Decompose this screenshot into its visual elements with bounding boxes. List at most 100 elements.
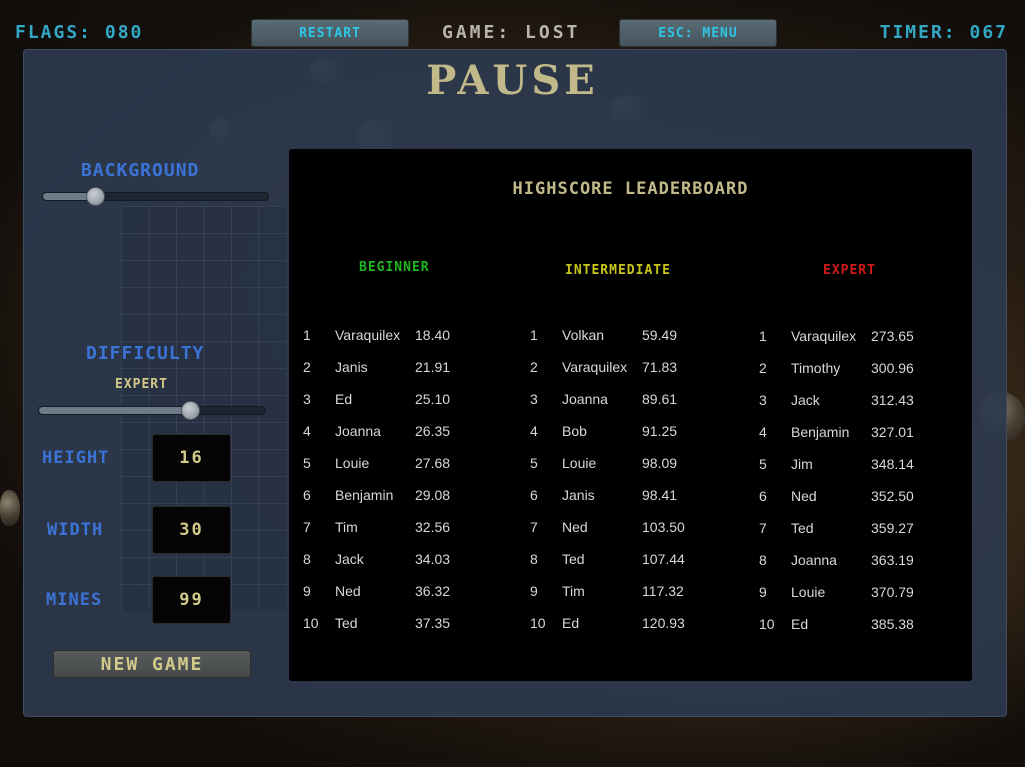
leaderboard-player-name: Timothy xyxy=(791,360,841,376)
leaderboard-time: 71.83 xyxy=(642,359,678,375)
leaderboard-player-name: Varaquilex xyxy=(562,359,628,375)
leaderboard-rank: 9 xyxy=(530,583,538,599)
menu-button[interactable]: ESC: MENU xyxy=(619,19,777,47)
height-label: HEIGHT xyxy=(42,448,110,468)
leaderboard-rank: 3 xyxy=(303,391,311,407)
leaderboard-rank: 8 xyxy=(530,551,538,567)
leaderboard-rank: 1 xyxy=(303,327,311,343)
leaderboard-rank: 3 xyxy=(759,392,767,408)
new-game-button[interactable]: NEW GAME xyxy=(53,650,251,678)
leaderboard-rank: 6 xyxy=(530,487,538,503)
leaderboard-rank: 2 xyxy=(759,360,767,376)
flags-counter: FLAGS: 080 xyxy=(15,22,144,43)
leaderboard-rank: 4 xyxy=(303,423,311,439)
leaderboard-time: 363.19 xyxy=(871,552,914,568)
leaderboard-time: 25.10 xyxy=(415,391,451,407)
restart-button[interactable]: RESTART xyxy=(251,19,409,47)
timer-display: TIMER: 067 xyxy=(879,22,1008,43)
leaderboard-rank: 8 xyxy=(303,551,311,567)
leaderboard-time: 370.79 xyxy=(871,584,914,600)
highscore-leaderboard: HIGHSCORE LEADERBOARD BEGINNER 1 Varaquile… xyxy=(289,149,972,681)
leaderboard-time: 26.35 xyxy=(415,423,451,439)
leaderboard-rank: 6 xyxy=(303,487,311,503)
leaderboard-player-name: Benjamin xyxy=(791,424,850,440)
leaderboard-time: 21.91 xyxy=(415,359,451,375)
leaderboard-time: 120.93 xyxy=(642,615,685,631)
leaderboard-time: 89.61 xyxy=(642,391,678,407)
difficulty-label: DIFFICULTY xyxy=(86,343,205,364)
leaderboard-rank: 5 xyxy=(759,456,767,472)
leaderboard-time: 34.03 xyxy=(415,551,451,567)
height-field[interactable]: 16 xyxy=(152,434,231,482)
leaderboard-time: 300.96 xyxy=(871,360,914,376)
difficulty-slider[interactable] xyxy=(38,401,266,420)
leaderboard-player-name: Varaquilex xyxy=(791,328,857,344)
leaderboard-player-name: Ned xyxy=(562,519,588,535)
leaderboard-player-name: Varaquilex xyxy=(335,327,401,343)
leaderboard-player-name: Bob xyxy=(562,423,587,439)
leaderboard-time: 18.40 xyxy=(415,327,451,343)
leaderboard-time: 348.14 xyxy=(871,456,914,472)
mines-field[interactable]: 99 xyxy=(152,576,231,624)
leaderboard-player-name: Jack xyxy=(791,392,820,408)
leaderboard-player-name: Louie xyxy=(791,584,826,600)
mines-label: MINES xyxy=(46,590,103,610)
leaderboard-rank: 9 xyxy=(759,584,767,600)
background-slider-handle[interactable] xyxy=(85,187,105,206)
leaderboard-player-name: Ned xyxy=(791,488,817,504)
leaderboard-time: 327.01 xyxy=(871,424,914,440)
asteroid-image xyxy=(0,490,20,526)
leaderboard-time: 32.56 xyxy=(415,519,451,535)
leaderboard-time: 273.65 xyxy=(871,328,914,344)
leaderboard-player-name: Joanna xyxy=(562,391,608,407)
leaderboard-player-name: Jack xyxy=(335,551,364,567)
leaderboard-player-name: Janis xyxy=(562,487,595,503)
leaderboard-heading-intermediate: INTERMEDIATE xyxy=(565,263,671,278)
leaderboard-time: 27.68 xyxy=(415,455,451,471)
leaderboard-player-name: Tim xyxy=(335,519,358,535)
background-slider[interactable] xyxy=(42,187,269,206)
game-status: GAME: LOST xyxy=(442,22,581,43)
leaderboard-rank: 5 xyxy=(303,455,311,471)
leaderboard-rank: 2 xyxy=(530,359,538,375)
leaderboard-player-name: Joanna xyxy=(335,423,381,439)
leaderboard-rank: 8 xyxy=(759,552,767,568)
leaderboard-player-name: Louie xyxy=(562,455,597,471)
leaderboard-rank: 10 xyxy=(530,615,546,631)
leaderboard-time: 107.44 xyxy=(642,551,685,567)
leaderboard-player-name: Ted xyxy=(562,551,585,567)
leaderboard-time: 29.08 xyxy=(415,487,451,503)
leaderboard-time: 385.38 xyxy=(871,616,914,632)
leaderboard-player-name: Joanna xyxy=(791,552,837,568)
width-field[interactable]: 30 xyxy=(152,506,231,554)
leaderboard-player-name: Ned xyxy=(335,583,361,599)
leaderboard-heading-beginner: BEGINNER xyxy=(359,260,430,275)
leaderboard-time: 98.41 xyxy=(642,487,678,503)
leaderboard-rank: 4 xyxy=(759,424,767,440)
leaderboard-heading-expert: EXPERT xyxy=(823,263,876,278)
leaderboard-time: 98.09 xyxy=(642,455,678,471)
leaderboard-rank: 3 xyxy=(530,391,538,407)
leaderboard-time: 312.43 xyxy=(871,392,914,408)
leaderboard-player-name: Benjamin xyxy=(335,487,394,503)
leaderboard-player-name: Volkan xyxy=(562,327,605,343)
leaderboard-player-name: Ed xyxy=(335,391,353,407)
leaderboard-rank: 6 xyxy=(759,488,767,504)
leaderboard-rank: 2 xyxy=(303,359,311,375)
leaderboard-rank: 9 xyxy=(303,583,311,599)
leaderboard-time: 36.32 xyxy=(415,583,451,599)
leaderboard-time: 352.50 xyxy=(871,488,914,504)
leaderboard-player-name: Louie xyxy=(335,455,370,471)
leaderboard-rank: 7 xyxy=(530,519,538,535)
leaderboard-rank: 10 xyxy=(759,616,775,632)
leaderboard-rank: 1 xyxy=(530,327,538,343)
game-screen: FLAGS: 080 RESTART GAME: LOST ESC: MENU … xyxy=(0,0,1025,767)
leaderboard-time: 59.49 xyxy=(642,327,678,343)
background-label: BACKGROUND xyxy=(81,160,200,181)
leaderboard-rank: 7 xyxy=(303,519,311,535)
leaderboard-player-name: Ted xyxy=(335,615,358,631)
leaderboard-rank: 5 xyxy=(530,455,538,471)
leaderboard-player-name: Janis xyxy=(335,359,368,375)
leaderboard-time: 359.27 xyxy=(871,520,914,536)
leaderboard-time: 117.32 xyxy=(642,583,684,599)
